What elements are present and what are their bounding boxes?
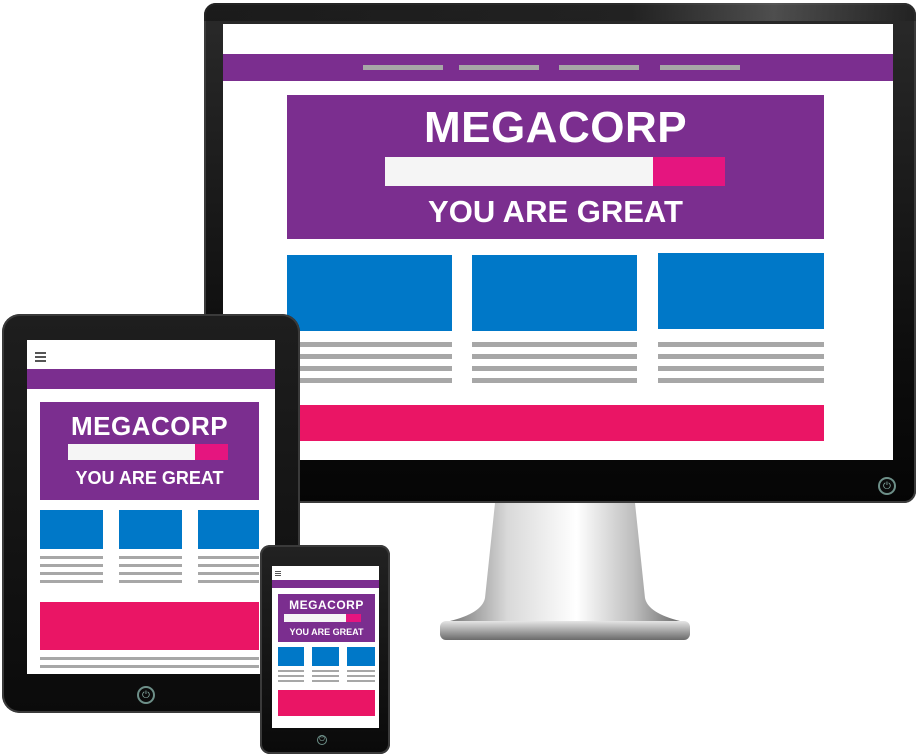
text-line [658,354,824,359]
text-line [347,680,375,682]
text-line [278,675,304,677]
hero-tagline: YOU ARE GREAT [428,194,683,229]
desktop-nav-bar [223,54,893,81]
text-line [347,675,375,677]
text-line [312,675,339,677]
text-line [347,670,375,672]
phone-hamburger-menu-icon[interactable] [275,570,281,577]
text-line [472,366,637,371]
tablet-search-button[interactable] [195,444,228,460]
text-line [198,564,259,567]
text-line [198,572,259,575]
phone-nav-bar [272,580,379,588]
tablet-card-image-3 [198,510,259,549]
text-line [472,354,637,359]
text-line [658,378,824,383]
tablet-hero-tagline: YOU ARE GREAT [75,468,224,488]
phone-search-input[interactable] [284,614,346,622]
text-line [119,580,182,583]
phone-card-image-2 [312,647,339,666]
text-line [40,564,103,567]
desktop-footer-banner[interactable] [300,405,824,441]
nav-link-4[interactable] [660,65,740,70]
text-line [198,580,259,583]
text-line [658,366,824,371]
text-line [40,657,259,660]
text-line [472,342,637,347]
card-image-1 [287,255,452,331]
phone-hero: MEGACORP YOU ARE GREAT [278,594,375,642]
nav-link-1[interactable] [363,65,443,70]
phone-card-image-3 [347,647,375,666]
nav-link-2[interactable] [459,65,539,70]
tablet-hero-title: MEGACORP [70,411,229,441]
nav-link-3[interactable] [559,65,639,70]
card-image-2 [472,255,637,331]
search-button[interactable] [653,157,725,186]
text-line [119,556,182,559]
phone-footer-banner[interactable] [278,690,375,716]
search-input[interactable] [385,157,653,186]
text-line [119,572,182,575]
text-line [119,564,182,567]
phone-power-icon[interactable]: ⏻ [317,735,327,745]
text-line [278,680,304,682]
desktop-screen: MEGACORP YOU ARE GREAT [223,24,893,460]
hamburger-menu-icon[interactable] [35,350,46,364]
text-line [658,342,824,347]
text-line [278,670,304,672]
tablet-hero: MEGACORP YOU ARE GREAT [40,402,259,500]
text-line [40,580,103,583]
card-image-3 [658,253,824,329]
tablet-power-icon[interactable]: ⏻ [137,686,155,704]
text-line [312,670,339,672]
tablet-card-image-1 [40,510,103,549]
hero-title: MEGACORP [423,103,688,152]
tablet-nav-bar [27,369,275,389]
text-line [312,680,339,682]
monitor-stand [440,503,690,640]
text-line [300,342,452,347]
phone-hero-tagline: YOU ARE GREAT [289,627,364,637]
phone-screen: MEGACORP YOU ARE GREAT [272,566,379,728]
text-line [472,378,637,383]
power-icon[interactable]: ⏻ [878,477,896,495]
text-line [40,556,103,559]
tablet-search-input[interactable] [68,444,195,460]
text-line [40,665,259,668]
desktop-hero: MEGACORP YOU ARE GREAT [287,95,824,239]
text-line [300,378,452,383]
text-line [300,354,452,359]
text-line [40,572,103,575]
text-line [198,556,259,559]
text-line [300,366,452,371]
tablet-footer-banner[interactable] [40,602,259,650]
phone-hero-title: MEGACORP [289,598,364,612]
monitor-bezel-highlight [204,3,916,21]
phone-search-button[interactable] [346,614,361,622]
tablet-screen: MEGACORP YOU ARE GREAT [27,340,275,674]
tablet-card-image-2 [119,510,182,549]
phone-card-image-1 [278,647,304,666]
